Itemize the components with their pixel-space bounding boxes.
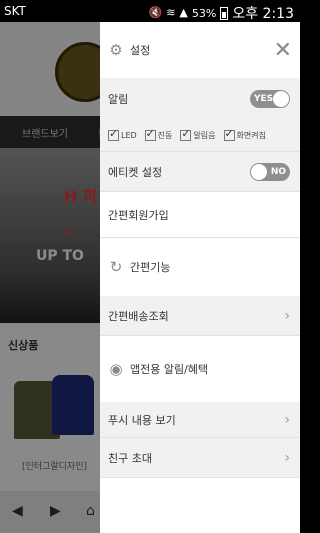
alarm-options-row: LED 진동 알림음 화면켜짐 [100,120,300,152]
etiquette-toggle[interactable]: NO [250,162,290,181]
section-easy-func: ↻ 간편기능 [100,238,300,296]
clock: 오후 2:13 [232,6,294,22]
close-icon[interactable]: ✕ [274,38,292,63]
wifi-icon: ≋ [166,6,176,19]
menu-push-view[interactable]: 푸시 내용 보기 › [100,402,300,438]
alarm-toggle[interactable]: YES [250,90,290,108]
section-label: 앱전용 알림/혜택 [130,363,209,376]
battery-icon [220,6,229,20]
etiquette-row: 에티켓 설정 NO [100,152,300,192]
alarm-row: 알림 YES [100,78,300,120]
target-icon: ◉ [109,360,123,378]
drawer-title: 설정 [130,44,151,57]
checkbox-sound[interactable]: 알림음 [180,127,216,141]
menu-easy-delivery[interactable]: 간편배송조회 › [100,296,300,336]
menu-label: 간편회원가입 [108,208,169,222]
battery-percent: 53% [191,6,217,20]
section-app-alarm: ◉ 앱전용 알림/혜택 [100,336,300,402]
checkbox-screen-on[interactable]: 화면켜짐 [223,127,266,141]
carrier-label: SKT [4,4,26,18]
section-label: 간편기능 [130,261,171,274]
gear-icon: ⚙ [109,41,123,59]
menu-easy-join[interactable]: 간편회원가입 [100,192,300,238]
checkbox-vibrate[interactable]: 진동 [144,127,172,141]
status-bar: SKT 🔇 ≋ ▲ 53% 오후 2:13 [0,0,300,22]
menu-invite[interactable]: 친구 초대 › [100,438,300,478]
chevron-right-icon: › [284,307,290,324]
chevron-right-icon: › [284,449,290,466]
checkbox-led[interactable]: LED [108,127,137,141]
etiquette-label: 에티켓 설정 [108,165,163,179]
refresh-icon: ↻ [109,258,123,276]
alarm-label: 알림 [108,93,129,106]
menu-label: 간편배송조회 [108,309,169,323]
menu-label: 푸시 내용 보기 [108,413,176,427]
menu-label: 친구 초대 [108,451,152,465]
settings-drawer: ⚙ 설정 ✕ 알림 YES LED 진동 알림음 화면켜짐 에티켓 설정 NO … [100,22,300,533]
chevron-right-icon: › [284,411,290,428]
signal-icon: ▲ [179,6,188,19]
drawer-header: ⚙ 설정 ✕ [100,22,300,78]
mute-icon: 🔇 [148,6,163,19]
